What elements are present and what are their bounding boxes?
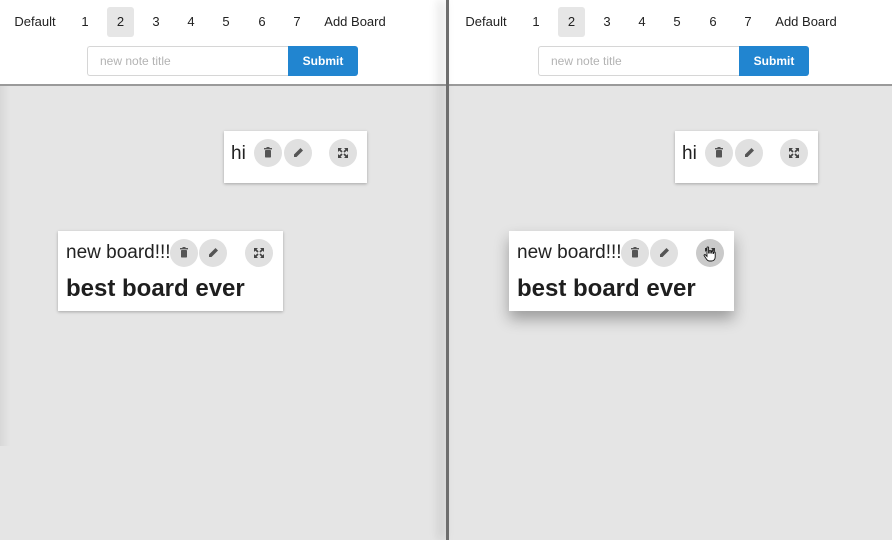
delete-button[interactable]: [170, 239, 198, 267]
pencil-icon: [660, 248, 669, 257]
right-pane: Default 1 2 3 4 5 6 7 Add Board Submit h…: [449, 0, 892, 540]
edit-button[interactable]: [199, 239, 227, 267]
edit-button[interactable]: [735, 139, 763, 167]
nav-item-5[interactable]: 5: [664, 7, 690, 37]
note-title: hi: [231, 143, 246, 164]
trash-icon: [715, 147, 723, 158]
edit-button[interactable]: [284, 139, 312, 167]
nav-item-2[interactable]: 2: [558, 7, 585, 37]
nav-item-7[interactable]: 7: [284, 7, 310, 37]
note-title-input[interactable]: [538, 46, 740, 76]
note-title-input[interactable]: [87, 46, 289, 76]
edit-button[interactable]: [650, 239, 678, 267]
hand-cursor-icon: [703, 246, 716, 262]
submit-button[interactable]: Submit: [739, 46, 809, 76]
add-board-button[interactable]: Add Board: [773, 7, 839, 37]
nav-item-3[interactable]: 3: [143, 7, 169, 37]
delete-button[interactable]: [705, 139, 733, 167]
nav-item-4[interactable]: 4: [629, 7, 655, 37]
left-pane: Default 1 2 3 4 5 6 7 Add Board Submit h…: [0, 0, 447, 540]
top-bar: Default 1 2 3 4 5 6 7 Add Board Submit: [0, 0, 447, 86]
nav-item-5[interactable]: 5: [213, 7, 239, 37]
nav-item-default[interactable]: Default: [459, 7, 513, 37]
note-title: new board!!!: [517, 242, 622, 263]
delete-button[interactable]: [621, 239, 649, 267]
nav-item-1[interactable]: 1: [523, 7, 549, 37]
expand-button[interactable]: [780, 139, 808, 167]
note-body: best board ever: [66, 275, 245, 302]
pane-divider: [446, 0, 449, 540]
note-card[interactable]: hi: [224, 131, 367, 183]
expand-button[interactable]: [245, 239, 273, 267]
nav-item-6[interactable]: 6: [249, 7, 275, 37]
expand-button[interactable]: [696, 239, 724, 267]
edge-shadow: [0, 86, 10, 446]
nav-item-3[interactable]: 3: [594, 7, 620, 37]
pencil-icon: [209, 248, 218, 257]
nav-item-6[interactable]: 6: [700, 7, 726, 37]
note-card[interactable]: new board!!! best board ever: [58, 231, 283, 311]
note-title: new board!!!: [66, 242, 171, 263]
pencil-icon: [745, 148, 754, 157]
pencil-icon: [294, 148, 303, 157]
note-body: best board ever: [517, 275, 696, 302]
nav-item-7[interactable]: 7: [735, 7, 761, 37]
delete-button[interactable]: [254, 139, 282, 167]
note-title: hi: [682, 143, 697, 164]
nav-item-4[interactable]: 4: [178, 7, 204, 37]
expand-icon: [338, 148, 348, 158]
top-bar: Default 1 2 3 4 5 6 7 Add Board Submit: [449, 0, 892, 86]
trash-icon: [631, 247, 639, 258]
note-card[interactable]: new board!!! best board ever: [509, 231, 734, 311]
submit-button[interactable]: Submit: [288, 46, 358, 76]
nav-item-default[interactable]: Default: [8, 7, 62, 37]
expand-button[interactable]: [329, 139, 357, 167]
expand-icon: [789, 148, 799, 158]
trash-icon: [180, 247, 188, 258]
expand-icon: [254, 248, 264, 258]
note-card[interactable]: hi: [675, 131, 818, 183]
nav-item-1[interactable]: 1: [72, 7, 98, 37]
nav-item-2[interactable]: 2: [107, 7, 134, 37]
trash-icon: [264, 147, 272, 158]
add-board-button[interactable]: Add Board: [322, 7, 388, 37]
